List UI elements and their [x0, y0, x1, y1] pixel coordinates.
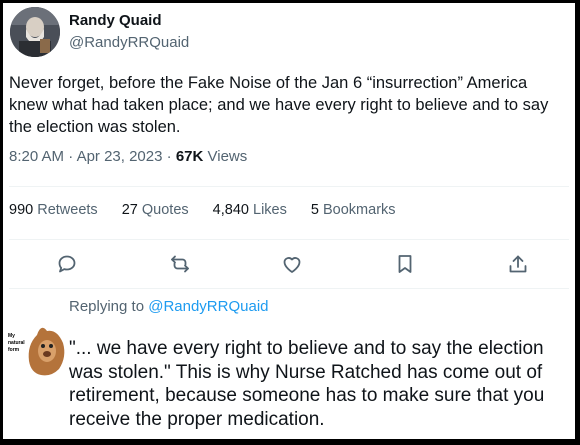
views-label: Views: [207, 148, 248, 165]
retweets-stat[interactable]: 990 Retweets: [9, 202, 98, 218]
tweet-time[interactable]: 8:20 AM: [9, 148, 64, 165]
engagement-stats: 990 Retweets 27 Quotes 4,840 Likes 5 Boo…: [9, 202, 416, 218]
meta-separator: ·: [68, 148, 74, 165]
retweets-count: 990: [9, 202, 34, 218]
like-icon[interactable]: [280, 252, 304, 276]
tweet-card: Randy Quaid @RandyRRQuaid Never forget, …: [3, 3, 575, 439]
replying-to-handle[interactable]: @RandyRRQuaid: [148, 298, 268, 315]
bookmark-icon[interactable]: [393, 252, 417, 276]
likes-stat[interactable]: 4,840 Likes: [213, 202, 287, 218]
likes-label: Likes: [253, 202, 287, 218]
retweet-icon[interactable]: [168, 252, 192, 276]
bookmarks-stat[interactable]: 5 Bookmarks: [311, 202, 396, 218]
divider: [9, 239, 569, 240]
retweets-label: Retweets: [37, 202, 98, 218]
quotes-stat[interactable]: 27 Quotes: [122, 202, 189, 218]
tweet-date[interactable]: Apr 23, 2023: [77, 148, 163, 165]
user-handle[interactable]: @RandyRRQuaid: [69, 34, 189, 51]
meta-separator: ·: [166, 148, 172, 165]
quotes-count: 27: [121, 202, 138, 218]
likes-count: 4,840: [212, 202, 249, 218]
avatar[interactable]: [10, 7, 60, 57]
display-name[interactable]: Randy Quaid: [69, 12, 162, 29]
divider: [9, 186, 569, 187]
tweet-text: Never forget, before the Fake Noise of t…: [9, 74, 549, 136]
tweet-meta: 8:20 AM · Apr 23, 2023 · 67K Views: [9, 148, 247, 165]
views-count: 67K: [175, 148, 204, 165]
share-icon[interactable]: [506, 252, 530, 276]
avatar-caption-line: natural: [8, 340, 25, 346]
divider: [9, 288, 569, 289]
avatar-caption-line: form: [8, 347, 20, 353]
reply-icon[interactable]: [55, 252, 79, 276]
reply-text: "... we have every right to believe and …: [69, 338, 545, 430]
avatar-caption-line: My: [8, 333, 15, 339]
quotes-label: Quotes: [141, 202, 189, 218]
replying-to-label: Replying to: [69, 298, 145, 315]
replying-to: Replying to @RandyRRQuaid: [69, 298, 269, 315]
reply-avatar[interactable]: My natural form: [7, 321, 67, 377]
bookmarks-label: Bookmarks: [323, 202, 396, 218]
bookmarks-count: 5: [310, 202, 319, 218]
